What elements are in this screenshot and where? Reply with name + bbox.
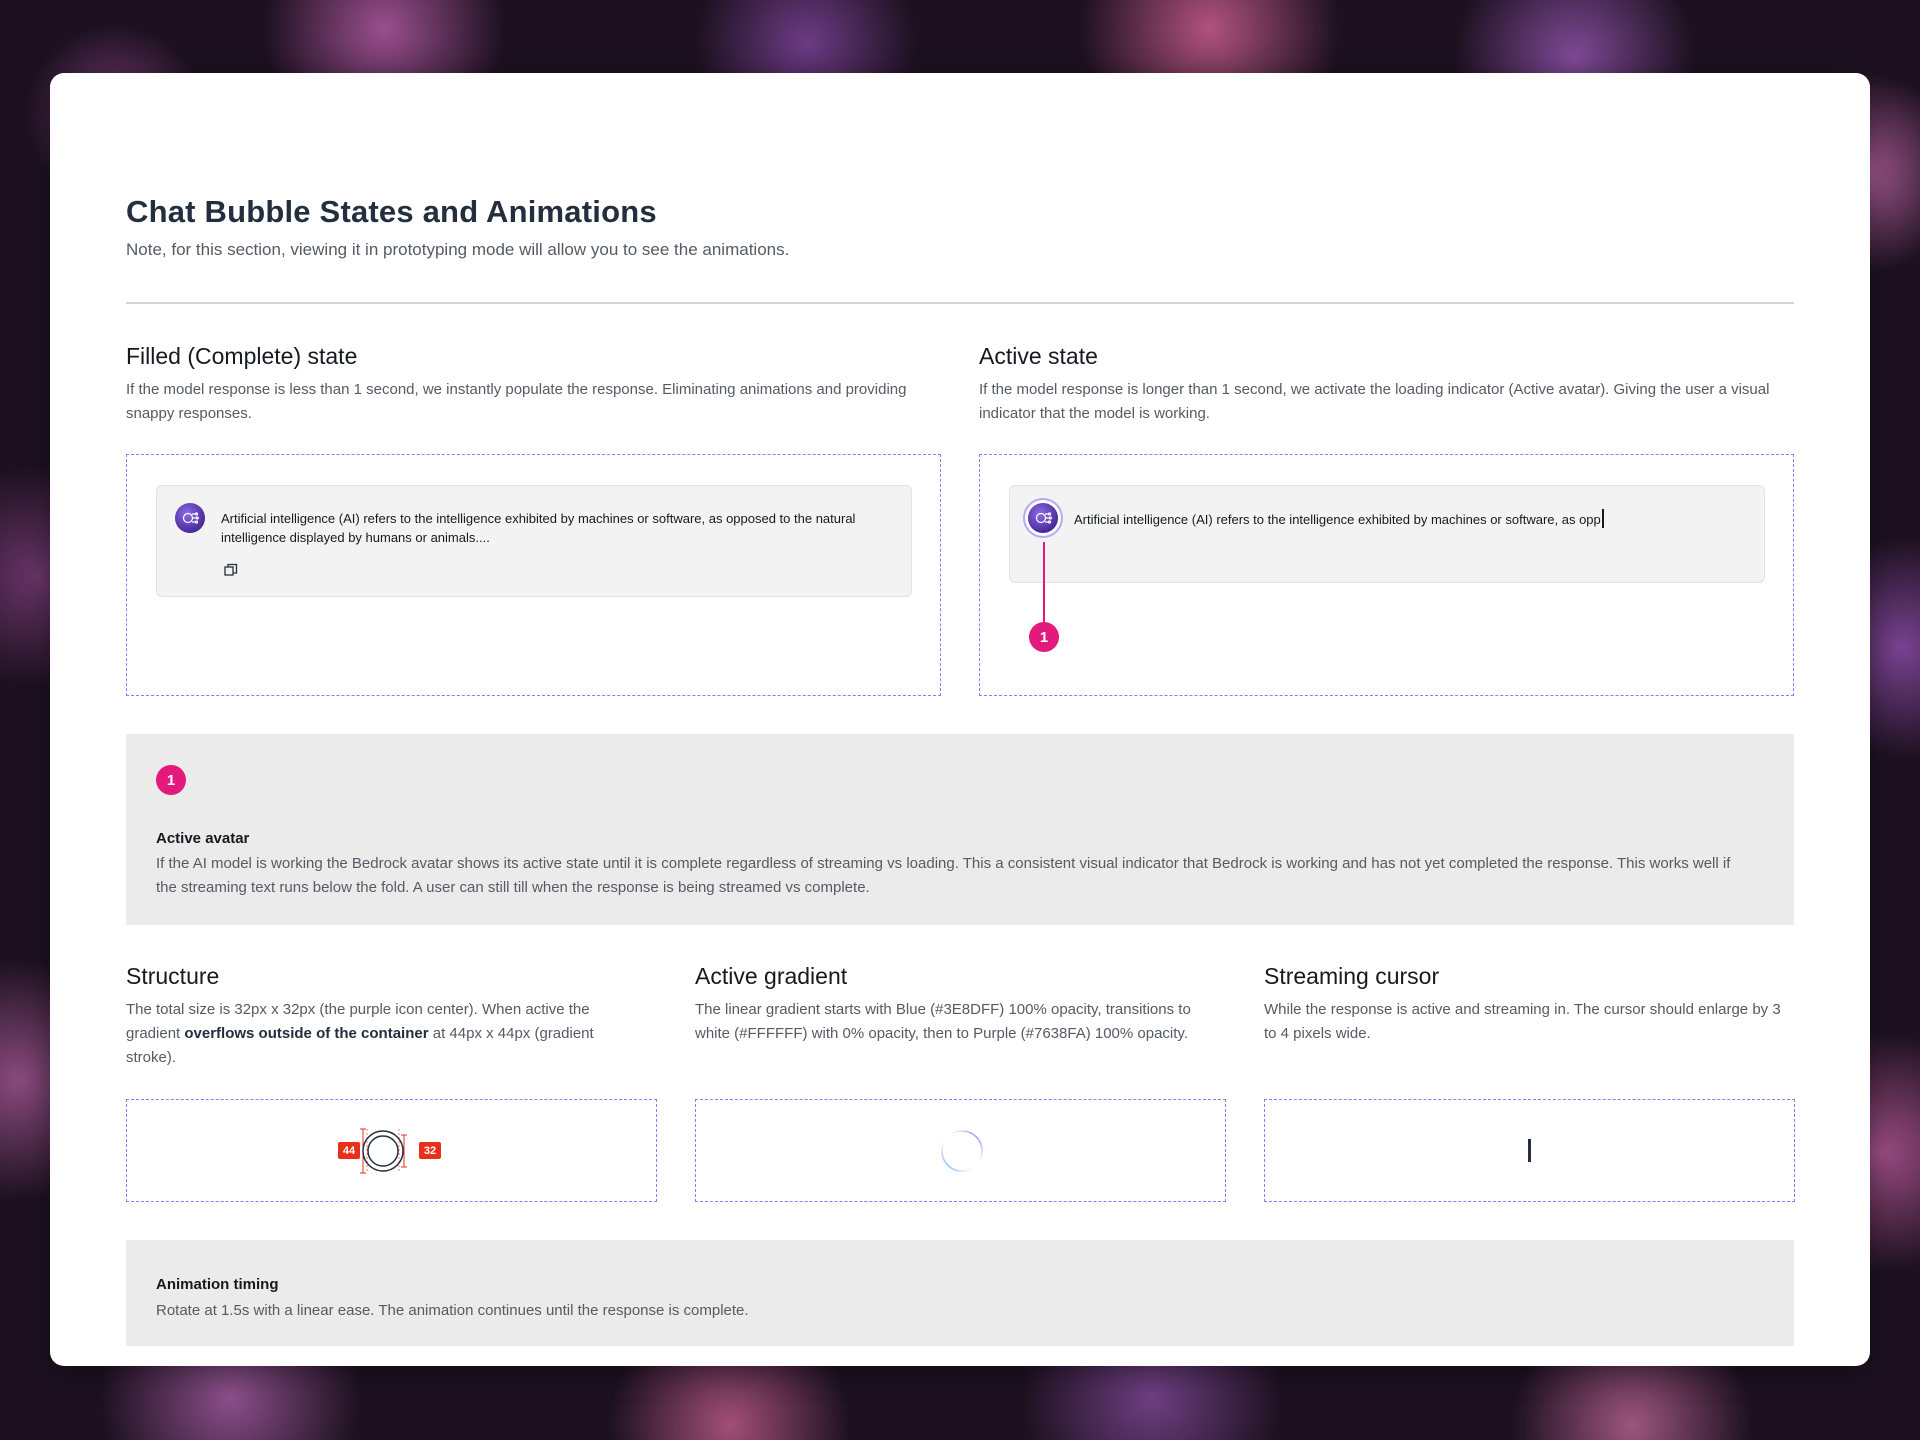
chat-bubble-active: Artificial intelligence (AI) refers to t… (1009, 485, 1765, 583)
animation-timing-body: Rotate at 1.5s with a linear ease. The a… (156, 1302, 749, 1319)
bubble-streaming-text: Artificial intelligence (AI) refers to t… (1074, 509, 1754, 529)
brain-icon (1035, 512, 1052, 524)
bedrock-avatar (175, 503, 205, 533)
callout-line (1043, 542, 1045, 622)
filled-state-frame: Artificial intelligence (AI) refers to t… (126, 454, 941, 696)
streaming-cursor-frame (1264, 1099, 1795, 1202)
content-card: Chat Bubble States and Animations Note, … (50, 73, 1870, 1366)
streaming-cursor-title: Streaming cursor (1264, 963, 1440, 989)
note-body: If the AI model is working the Bedrock a… (156, 855, 1731, 896)
page-subtitle: Note, for this section, viewing it in pr… (126, 240, 790, 259)
gradient-ring (941, 1130, 983, 1172)
active-gradient-description: The linear gradient starts with Blue (#3… (695, 1001, 1191, 1042)
divider (126, 302, 1794, 304)
structure-desc-bold: overflows outside of the container (184, 1025, 429, 1042)
active-gradient-title: Active gradient (695, 963, 848, 989)
note-badge: 1 (156, 765, 186, 795)
active-state-description: If the model response is longer than 1 s… (979, 381, 1770, 422)
filled-state-description: If the model response is less than 1 sec… (126, 381, 907, 422)
animation-timing-title: Animation timing (156, 1276, 279, 1293)
outer-size-tag: 44 (338, 1142, 360, 1159)
copy-icon[interactable] (224, 563, 238, 577)
bedrock-avatar-active (1028, 503, 1058, 533)
active-gradient-frame (695, 1099, 1226, 1202)
brain-icon (182, 512, 199, 524)
text-cursor (1601, 509, 1604, 528)
streamed-text: Artificial intelligence (AI) refers to t… (1074, 512, 1601, 527)
chat-bubble-complete: Artificial intelligence (AI) refers to t… (156, 485, 912, 597)
callout-badge: 1 (1029, 622, 1059, 652)
bubble-text: Artificial intelligence (AI) refers to t… (221, 511, 856, 545)
active-state-frame: Artificial intelligence (AI) refers to t… (979, 454, 1794, 696)
active-state-title: Active state (979, 343, 1098, 369)
filled-state-title: Filled (Complete) state (126, 343, 358, 369)
animation-timing-note: Animation timing Rotate at 1.5s with a l… (126, 1240, 1794, 1346)
structure-title: Structure (126, 963, 220, 989)
streaming-cursor-description: While the response is active and streami… (1264, 1001, 1781, 1042)
structure-frame: 44 32 (126, 1099, 657, 1202)
structure-diagram (360, 1128, 407, 1174)
active-avatar-note: 1 Active avatar If the AI model is worki… (126, 734, 1794, 925)
page-title: Chat Bubble States and Animations (126, 194, 657, 229)
streaming-cursor (1528, 1139, 1531, 1162)
structure-description: The total size is 32px x 32px (the purpl… (126, 998, 646, 1070)
note-title: Active avatar (156, 830, 250, 847)
inner-size-tag: 32 (419, 1142, 441, 1159)
